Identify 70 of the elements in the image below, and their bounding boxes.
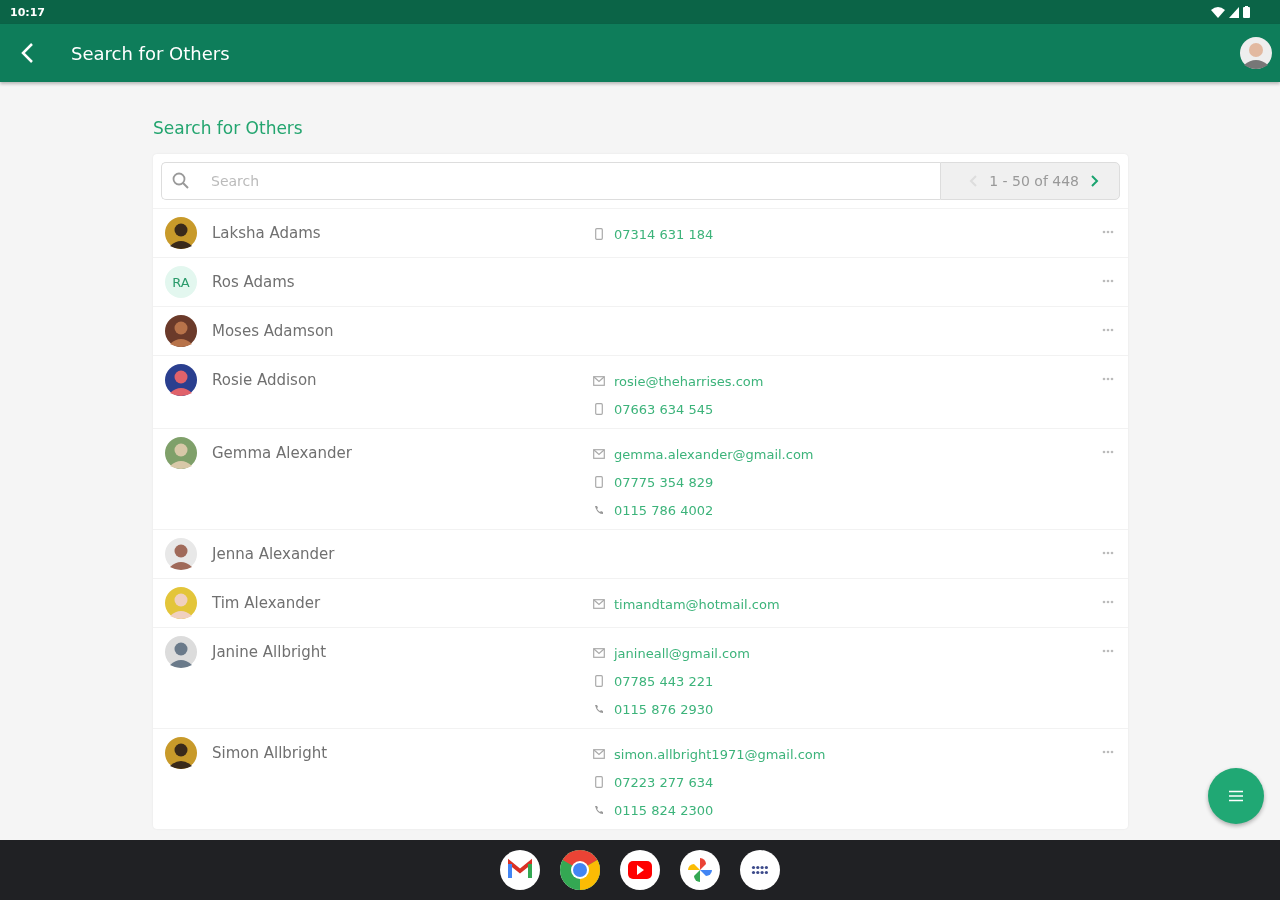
more-options-icon[interactable] — [1102, 600, 1114, 604]
contact-row[interactable]: Tim Alexander timandtam@hotmail.com — [153, 578, 1128, 627]
battery-icon — [1243, 6, 1250, 18]
envelope-icon — [593, 599, 605, 609]
wifi-icon — [1211, 6, 1225, 18]
contact-row[interactable]: RA Ros Adams — [153, 257, 1128, 306]
menu-icon — [1229, 790, 1243, 802]
pinwheel-app-icon[interactable] — [680, 850, 720, 890]
phone-number-link[interactable]: 07223 277 634 — [614, 774, 714, 790]
envelope-icon — [593, 376, 605, 386]
more-options-icon[interactable] — [1102, 551, 1114, 555]
phone-number-link[interactable]: 07663 634 545 — [614, 401, 714, 417]
contact-row[interactable]: Rosie Addison rosie@theharrises.com 07663 634 545 — [153, 355, 1128, 428]
contact-name: Tim Alexander — [212, 593, 322, 614]
contact-name: Jenna Alexander — [212, 544, 336, 565]
phone-icon — [593, 505, 605, 515]
phone-icon — [593, 704, 605, 714]
signal-icon — [1229, 6, 1239, 18]
menu-fab[interactable] — [1208, 768, 1264, 824]
more-options-icon[interactable] — [1102, 450, 1114, 454]
phone-number-link[interactable]: 0115 786 4002 — [614, 502, 714, 518]
clock: 10:17 — [10, 5, 45, 19]
contact-row[interactable]: Gemma Alexander gemma.alexander@gmail.com 07775 354 829 0115 786 4002 — [153, 428, 1128, 529]
more-options-icon[interactable] — [1102, 328, 1114, 332]
phone-number-link[interactable]: 07785 443 221 — [614, 673, 714, 689]
contact-row[interactable]: Janine Allbright janineall@gmail.com 07785 443 221 0115 876 2930 — [153, 627, 1128, 728]
envelope-icon — [593, 648, 605, 658]
mobile-phone-icon — [593, 776, 605, 788]
more-options-icon[interactable] — [1102, 377, 1114, 381]
phone-number-link[interactable]: 07314 631 184 — [614, 226, 714, 242]
email-link[interactable]: rosie@theharrises.com — [614, 373, 764, 389]
contact-name: Ros Adams — [212, 272, 296, 293]
page-range: 1 - 50 of 448 — [989, 173, 1079, 189]
email-link[interactable]: janineall@gmail.com — [614, 645, 750, 661]
next-page-icon[interactable] — [1091, 175, 1099, 187]
more-options-icon[interactable] — [1102, 230, 1114, 234]
email-link[interactable]: simon.allbright1971@gmail.com — [614, 746, 826, 762]
more-options-icon[interactable] — [1102, 649, 1114, 653]
contact-name: Laksha Adams — [212, 223, 322, 244]
initials-avatar: RA — [165, 266, 197, 298]
contact-name: Janine Allbright — [212, 642, 328, 663]
phone-icon — [593, 805, 605, 815]
email-link[interactable]: gemma.alexander@gmail.com — [614, 446, 814, 462]
mobile-phone-icon — [593, 675, 605, 687]
more-options-icon[interactable] — [1102, 750, 1114, 754]
browser-app-icon[interactable] — [560, 850, 600, 890]
email-link[interactable]: timandtam@hotmail.com — [614, 596, 780, 612]
contact-name: Rosie Addison — [212, 370, 318, 391]
contact-row[interactable]: Jenna Alexander — [153, 529, 1128, 578]
more-options-icon[interactable] — [1102, 279, 1114, 283]
video-app-icon[interactable] — [620, 850, 660, 890]
apps-grid-icon[interactable] — [740, 850, 780, 890]
mobile-phone-icon — [593, 476, 605, 488]
contact-name: Simon Allbright — [212, 743, 329, 764]
phone-number-link[interactable]: 0115 824 2300 — [614, 802, 714, 818]
contact-row[interactable]: Simon Allbright simon.allbright1971@gmail.com 07223 277 634 0115 824 2300 — [153, 728, 1128, 829]
phone-number-link[interactable]: 07775 354 829 — [614, 474, 714, 490]
app-bar-title: Search for Others — [71, 42, 231, 64]
contact-name: Gemma Alexander — [212, 443, 353, 464]
contact-row[interactable]: Laksha Adams 07314 631 184 — [153, 208, 1128, 257]
contact-name: Moses Adamson — [212, 321, 335, 342]
contact-row[interactable]: Moses Adamson — [153, 306, 1128, 355]
mobile-phone-icon — [593, 228, 605, 240]
mail-app-icon[interactable] — [500, 850, 540, 890]
envelope-icon — [593, 449, 605, 459]
envelope-icon — [593, 749, 605, 759]
phone-number-link[interactable]: 0115 876 2930 — [614, 701, 714, 717]
page-heading: Search for Others — [153, 118, 304, 138]
mobile-phone-icon — [593, 403, 605, 415]
search-field[interactable]: Search — [161, 162, 941, 200]
